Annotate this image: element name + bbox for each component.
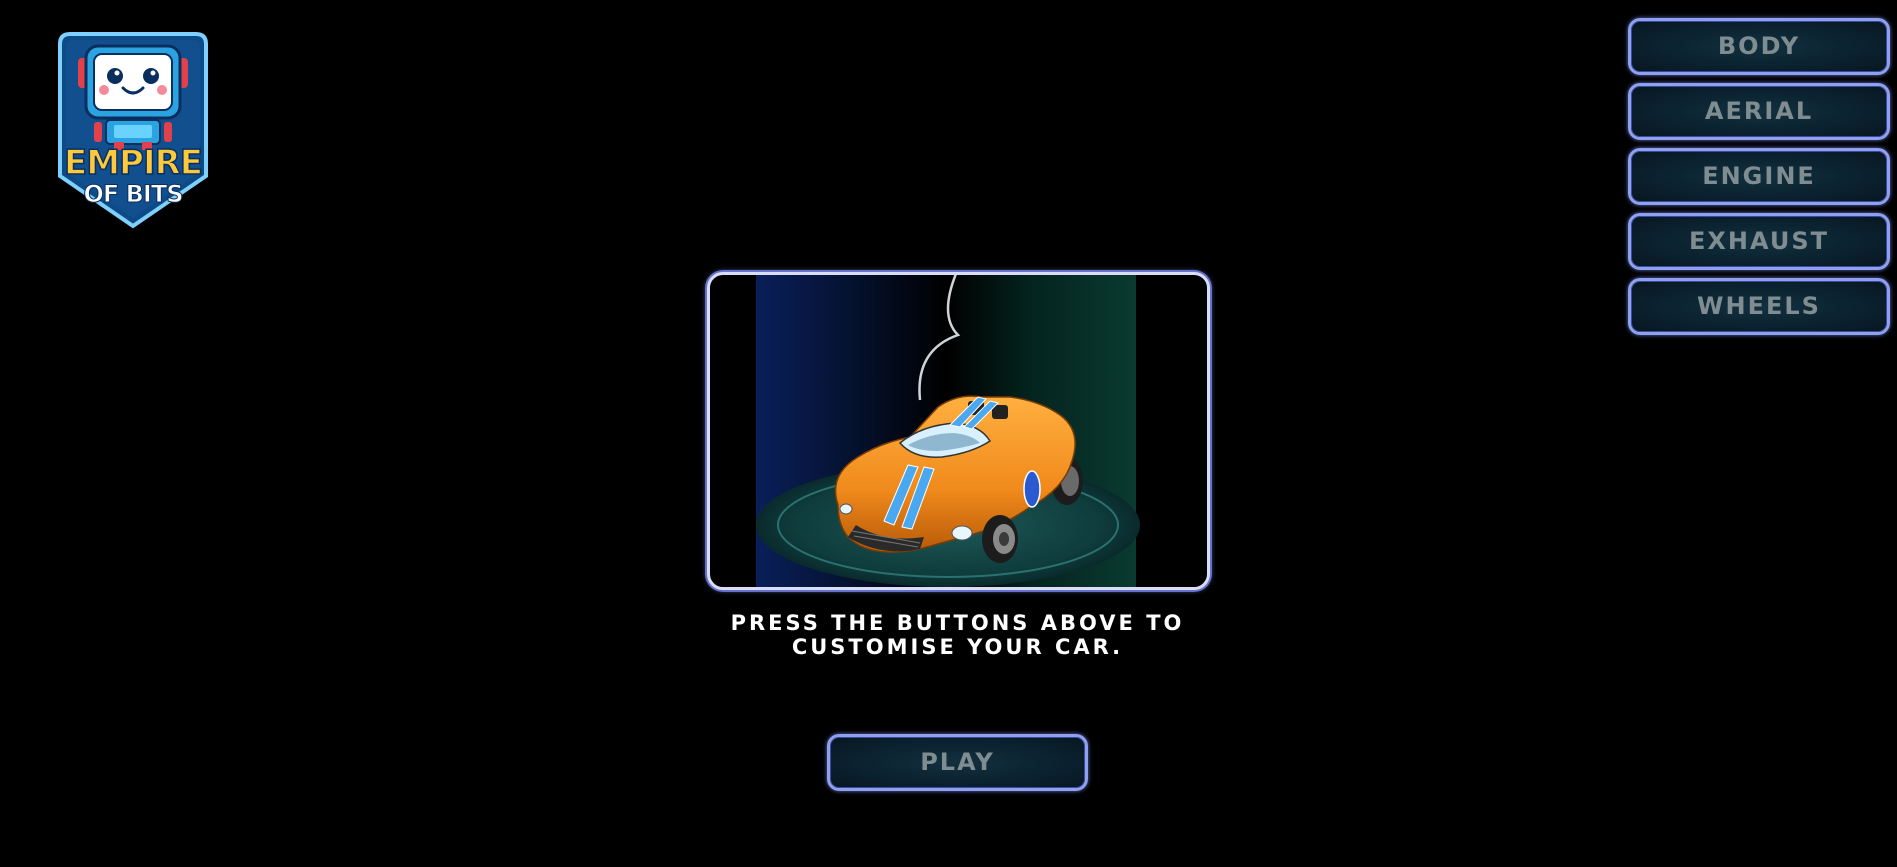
customise-menu: BODY AERIAL ENGINE EXHAUST WHEELS (1628, 18, 1890, 343)
car-preview-panel (707, 272, 1210, 590)
game-screen: EMPIRE OF BITS BODY AERIAL ENGINE EXHAUS… (0, 0, 1897, 867)
aerial-button[interactable]: AERIAL (1628, 83, 1890, 140)
logo-title: EMPIRE (63, 142, 204, 184)
instruction-text: PRESS THE BUTTONS ABOVE TO CUSTOMISE YOU… (730, 611, 1185, 659)
engine-button[interactable]: ENGINE (1628, 148, 1890, 205)
wheels-button[interactable]: WHEELS (1628, 278, 1890, 335)
play-button[interactable]: PLAY (827, 734, 1088, 791)
car-preview-image (756, 275, 1140, 587)
exhaust-button[interactable]: EXHAUST (1628, 213, 1890, 270)
body-button[interactable]: BODY (1628, 18, 1890, 75)
empire-of-bits-logo: EMPIRE OF BITS (48, 26, 218, 234)
logo-subtitle: OF BITS (83, 180, 184, 209)
